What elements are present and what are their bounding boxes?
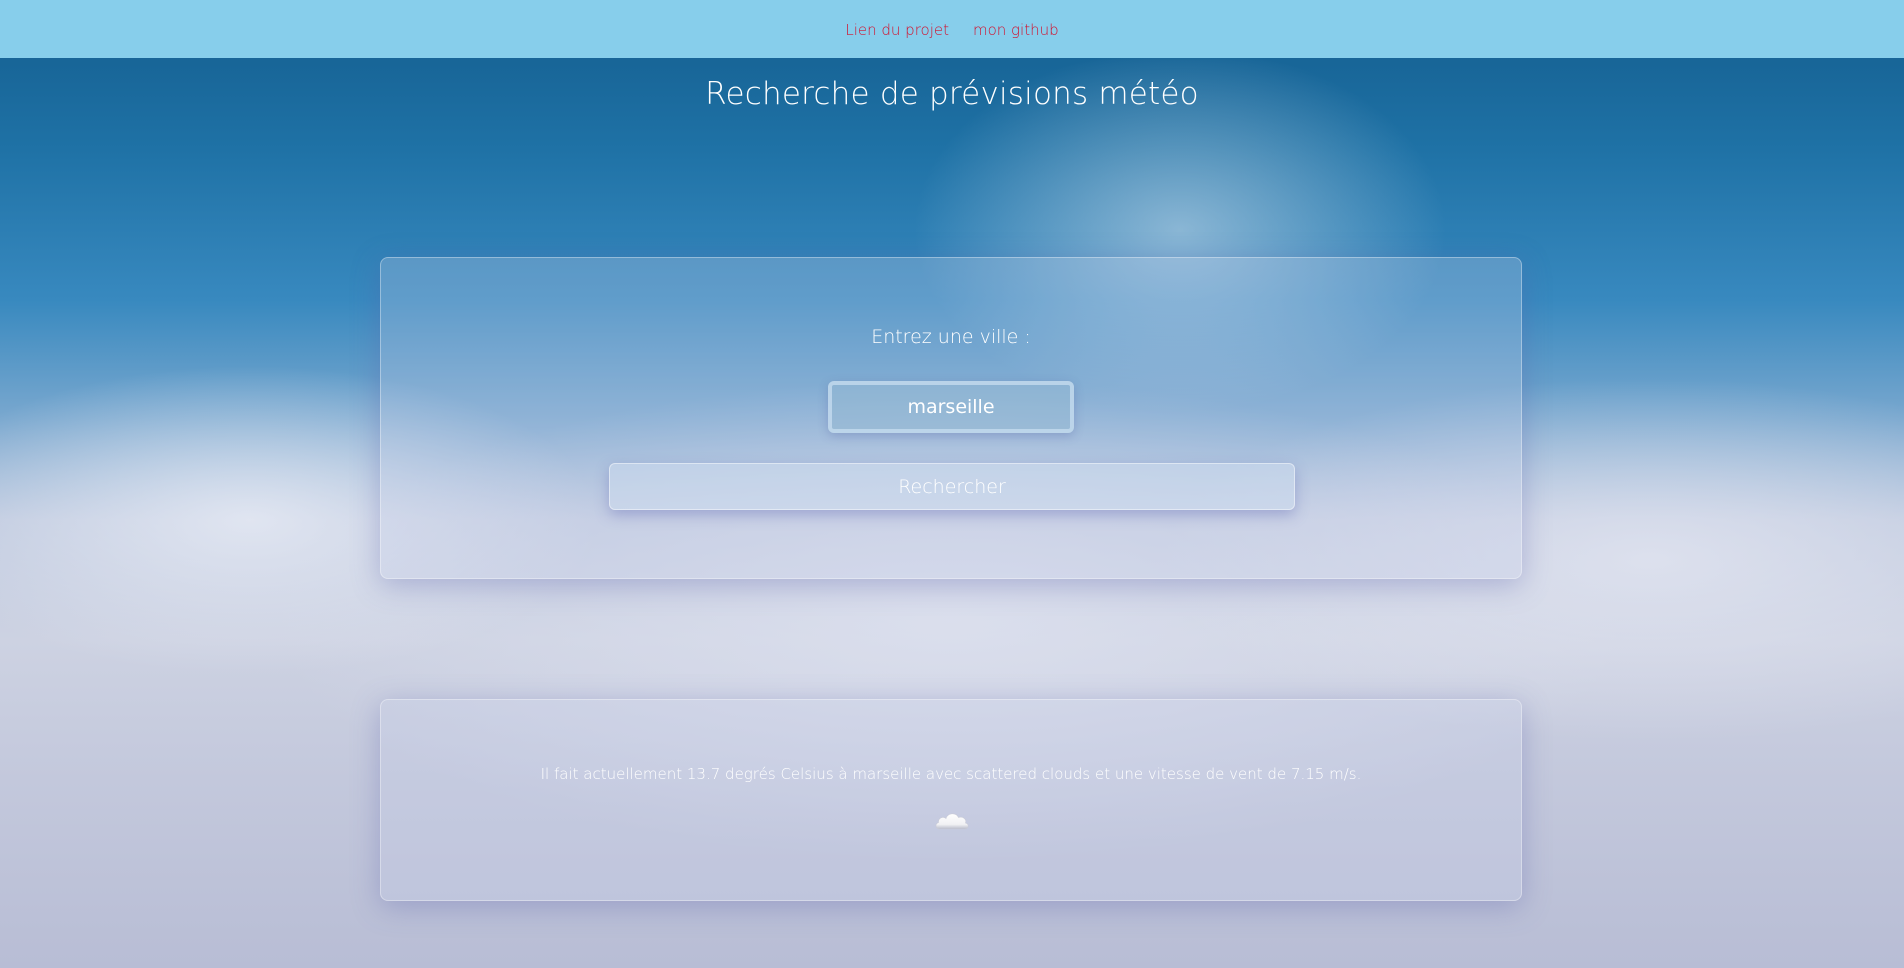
cloud-icon (935, 813, 969, 830)
weather-result-text: Il fait actuellement 13.7 degrés Celsius… (540, 765, 1362, 783)
search-panel: Entrez une ville : Rechercher (380, 257, 1522, 579)
nav-link-github[interactable]: mon github (973, 19, 1059, 41)
search-button[interactable]: Rechercher (609, 463, 1295, 510)
city-input[interactable] (828, 381, 1074, 433)
top-navbar: Lien du projet mon github (0, 0, 1904, 58)
page-title: Recherche de prévisions météo (705, 76, 1199, 112)
city-label: Entrez une ville : (871, 326, 1031, 348)
result-panel: Il fait actuellement 13.7 degrés Celsius… (380, 699, 1522, 901)
nav-link-project[interactable]: Lien du projet (845, 19, 949, 41)
